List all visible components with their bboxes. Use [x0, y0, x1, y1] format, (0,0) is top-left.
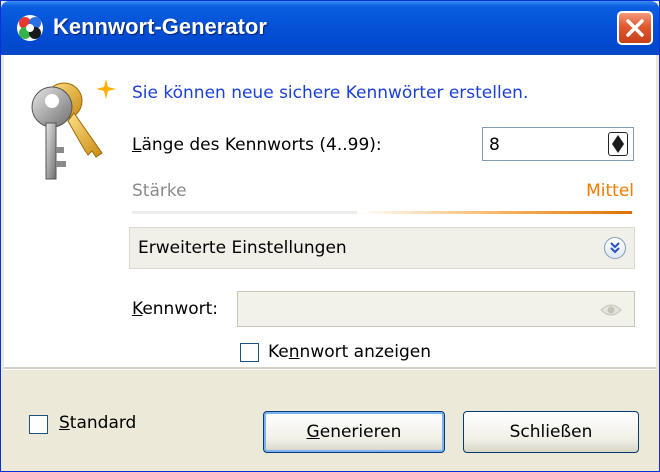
- app-icon: [17, 15, 43, 41]
- title-bar[interactable]: Kennwort-Generator: [1, 1, 659, 55]
- chevron-down-circle-icon: [610, 242, 620, 254]
- intro-text: Sie können neue sichere Kennwörter erste…: [132, 83, 529, 103]
- spin-buttons[interactable]: [608, 132, 628, 156]
- window-title: Kennwort-Generator: [53, 14, 267, 39]
- main-panel: Sie können neue sichere Kennwörter erste…: [4, 55, 656, 367]
- show-password-checkbox[interactable]: [240, 343, 259, 362]
- advanced-settings-bar[interactable]: Erweiterte Einstellungen: [129, 227, 635, 269]
- eye-icon[interactable]: [600, 302, 622, 318]
- strength-label: Stärke: [132, 181, 187, 201]
- spin-up-icon[interactable]: [612, 135, 624, 144]
- keys-icon: [31, 79, 116, 180]
- generate-button[interactable]: Generieren: [263, 411, 445, 453]
- length-spinner[interactable]: 8: [482, 127, 634, 161]
- password-field[interactable]: [237, 291, 635, 327]
- length-value[interactable]: 8: [489, 135, 500, 155]
- standard-checkbox[interactable]: [29, 415, 48, 434]
- close-dialog-button[interactable]: Schließen: [463, 411, 639, 453]
- advanced-settings-label: Erweiterte Einstellungen: [138, 238, 347, 258]
- expand-button[interactable]: [604, 237, 626, 259]
- password-label: Kennwort:: [132, 299, 219, 319]
- spin-down-icon[interactable]: [612, 144, 624, 153]
- strength-meter: [132, 211, 632, 214]
- show-password-label[interactable]: Kennwort anzeigen: [268, 342, 431, 362]
- footer-divider: [4, 367, 656, 370]
- generator-window: Kennwort-Generator Sie können neue siche…: [0, 0, 660, 472]
- length-label: Länge des Kennworts (4..99):: [132, 135, 382, 155]
- strength-meter-fill: [357, 211, 632, 214]
- close-button[interactable]: [617, 11, 653, 45]
- close-icon: [626, 19, 644, 37]
- standard-label[interactable]: Standard: [59, 413, 136, 433]
- strength-value: Mittel: [586, 181, 634, 201]
